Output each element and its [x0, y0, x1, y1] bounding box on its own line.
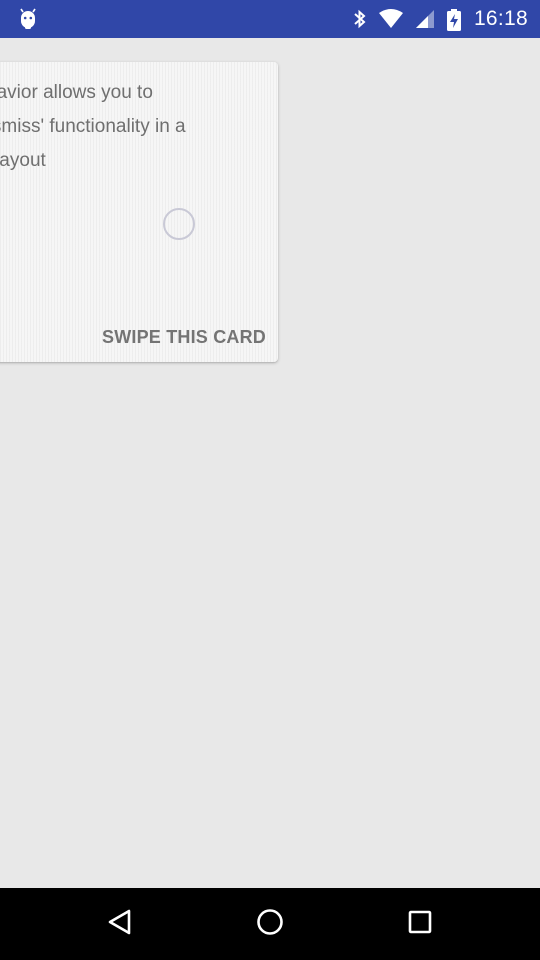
- back-triangle-icon: [106, 908, 134, 941]
- back-button[interactable]: [75, 888, 165, 960]
- recents-button[interactable]: [375, 888, 465, 960]
- screen: 16:18 ' behavior allows you to to dismis…: [0, 0, 540, 960]
- card-text-line: to dismiss' functionality in a: [0, 116, 186, 137]
- navigation-bar: [0, 888, 540, 960]
- home-button[interactable]: [225, 888, 315, 960]
- swipe-dismiss-card[interactable]: ' behavior allows you to to dismiss' fun…: [0, 62, 278, 362]
- loading-spinner-icon: [163, 208, 195, 240]
- card-text-line: atorLayout: [0, 150, 46, 171]
- swipe-this-card-button[interactable]: SWIPE THIS CARD: [102, 327, 266, 348]
- card-description: ' behavior allows you to to dismiss' fun…: [0, 76, 256, 178]
- main-content: ' behavior allows you to to dismiss' fun…: [0, 38, 540, 888]
- cellular-signal-icon: [414, 8, 436, 30]
- status-time: 16:18: [473, 7, 528, 30]
- recents-square-icon: [406, 908, 434, 941]
- status-icons: 16:18: [352, 0, 528, 38]
- battery-charging-icon: [446, 8, 462, 31]
- android-debug-icon: [16, 7, 40, 31]
- status-bar: 16:18: [0, 0, 540, 38]
- home-circle-icon: [255, 907, 285, 942]
- card-text-line: ' behavior allows you to: [0, 82, 153, 103]
- wifi-icon: [378, 8, 404, 30]
- bluetooth-icon: [352, 8, 368, 30]
